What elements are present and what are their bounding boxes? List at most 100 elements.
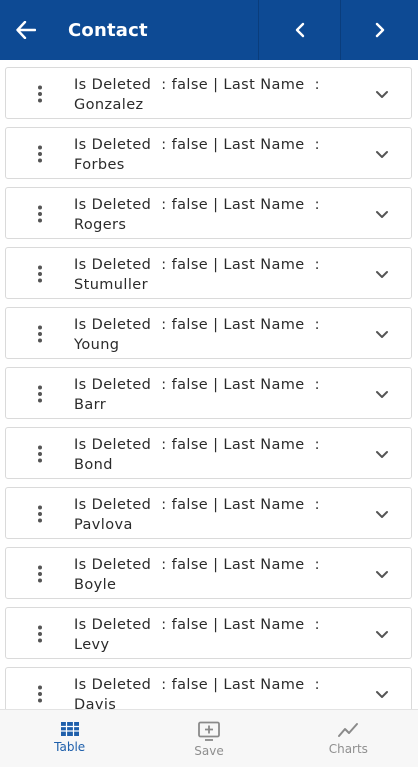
page-title: Contact: [68, 19, 148, 41]
list-item[interactable]: Is Deleted : false | Last Name : Rogers: [5, 187, 412, 239]
expand-button[interactable]: [353, 308, 411, 360]
more-options-button[interactable]: [6, 668, 74, 709]
list-item[interactable]: Is Deleted : false | Last Name : Barr: [5, 367, 412, 419]
more-options-button[interactable]: [6, 548, 74, 600]
record-fields: Is Deleted : false | Last Name :: [74, 317, 320, 333]
record-summary: Is Deleted : false | Last Name : Boyle: [74, 548, 353, 595]
expand-button[interactable]: [353, 608, 411, 660]
kebab-menu-icon: [38, 685, 42, 703]
record-summary: Is Deleted : false | Last Name : Gonzalez: [74, 68, 353, 115]
chevron-down-icon: [376, 630, 388, 638]
chevron-down-icon: [376, 690, 388, 698]
record-last-name: Rogers: [74, 216, 127, 233]
record-fields: Is Deleted : false | Last Name :: [74, 257, 320, 273]
list-item[interactable]: Is Deleted : false | Last Name : Gonzalez: [5, 67, 412, 119]
record-summary: Is Deleted : false | Last Name : Stumulle…: [74, 248, 353, 295]
chevron-down-icon: [376, 150, 388, 158]
chevron-down-icon: [376, 390, 388, 398]
record-summary: Is Deleted : false | Last Name : Young: [74, 308, 353, 355]
tab-table[interactable]: Table: [0, 710, 139, 767]
more-options-button[interactable]: [6, 488, 74, 540]
chevron-down-icon: [376, 330, 388, 338]
record-last-name: Pavlova: [74, 516, 133, 533]
record-last-name: Gonzalez: [74, 96, 144, 113]
list-item[interactable]: Is Deleted : false | Last Name : Pavlova: [5, 487, 412, 539]
record-summary: Is Deleted : false | Last Name : Barr: [74, 368, 353, 415]
expand-button[interactable]: [353, 668, 411, 709]
record-summary: Is Deleted : false | Last Name : Levy: [74, 608, 353, 655]
chevron-down-icon: [376, 510, 388, 518]
kebab-menu-icon: [38, 265, 42, 283]
tab-save-label: Save: [194, 744, 224, 758]
record-fields: Is Deleted : false | Last Name :: [74, 137, 320, 153]
kebab-menu-icon: [38, 205, 42, 223]
record-summary: Is Deleted : false | Last Name : Bond: [74, 428, 353, 475]
chevron-left-icon: [295, 22, 304, 38]
record-list[interactable]: Is Deleted : false | Last Name : Gonzalez…: [0, 60, 418, 709]
record-last-name: Forbes: [74, 156, 125, 173]
previous-button[interactable]: [258, 0, 340, 60]
list-item[interactable]: Is Deleted : false | Last Name : Levy: [5, 607, 412, 659]
record-fields: Is Deleted : false | Last Name :: [74, 197, 320, 213]
back-button[interactable]: [0, 0, 52, 60]
expand-button[interactable]: [353, 428, 411, 480]
chevron-right-icon: [375, 22, 384, 38]
more-options-button[interactable]: [6, 308, 74, 360]
record-last-name: Bond: [74, 456, 113, 473]
record-last-name: Young: [74, 336, 120, 353]
more-options-button[interactable]: [6, 368, 74, 420]
tab-save[interactable]: Save: [139, 710, 278, 767]
kebab-menu-icon: [38, 565, 42, 583]
save-icon: [198, 721, 220, 741]
tab-charts[interactable]: Charts: [279, 710, 418, 767]
expand-button[interactable]: [353, 188, 411, 240]
kebab-menu-icon: [38, 85, 42, 103]
kebab-menu-icon: [38, 505, 42, 523]
more-options-button[interactable]: [6, 128, 74, 180]
record-fields: Is Deleted : false | Last Name :: [74, 497, 320, 513]
record-fields: Is Deleted : false | Last Name :: [74, 77, 320, 93]
chevron-down-icon: [376, 450, 388, 458]
record-summary: Is Deleted : false | Last Name : Rogers: [74, 188, 353, 235]
list-item[interactable]: Is Deleted : false | Last Name : Stumulle…: [5, 247, 412, 299]
chevron-down-icon: [376, 210, 388, 218]
list-item[interactable]: Is Deleted : false | Last Name : Bond: [5, 427, 412, 479]
more-options-button[interactable]: [6, 248, 74, 300]
arrow-left-icon: [16, 21, 36, 39]
chevron-down-icon: [376, 270, 388, 278]
expand-button[interactable]: [353, 368, 411, 420]
bottom-navigation: Table Save Charts: [0, 709, 418, 767]
record-fields: Is Deleted : false | Last Name :: [74, 557, 320, 573]
more-options-button[interactable]: [6, 68, 74, 120]
tab-charts-label: Charts: [328, 742, 368, 756]
expand-button[interactable]: [353, 548, 411, 600]
more-options-button[interactable]: [6, 428, 74, 480]
record-last-name: Barr: [74, 396, 107, 413]
more-options-button[interactable]: [6, 188, 74, 240]
record-fields: Is Deleted : false | Last Name :: [74, 377, 320, 393]
expand-button[interactable]: [353, 128, 411, 180]
list-item[interactable]: Is Deleted : false | Last Name : Forbes: [5, 127, 412, 179]
kebab-menu-icon: [38, 325, 42, 343]
more-options-button[interactable]: [6, 608, 74, 660]
record-last-name: Levy: [74, 636, 110, 653]
expand-button[interactable]: [353, 488, 411, 540]
list-item[interactable]: Is Deleted : false | Last Name : Davis: [5, 667, 412, 709]
expand-button[interactable]: [353, 248, 411, 300]
kebab-menu-icon: [38, 445, 42, 463]
list-item[interactable]: Is Deleted : false | Last Name : Boyle: [5, 547, 412, 599]
record-fields: Is Deleted : false | Last Name :: [74, 677, 320, 693]
record-summary: Is Deleted : false | Last Name : Pavlova: [74, 488, 353, 535]
chevron-down-icon: [376, 570, 388, 578]
list-item[interactable]: Is Deleted : false | Last Name : Young: [5, 307, 412, 359]
expand-button[interactable]: [353, 68, 411, 120]
record-fields: Is Deleted : false | Last Name :: [74, 617, 320, 633]
record-fields: Is Deleted : false | Last Name :: [74, 437, 320, 453]
record-last-name: Davis: [74, 696, 117, 710]
chevron-down-icon: [376, 90, 388, 98]
table-icon: [60, 722, 79, 736]
next-button[interactable]: [340, 0, 418, 60]
kebab-menu-icon: [38, 625, 42, 643]
line-chart-icon: [338, 723, 359, 737]
record-last-name: Stumuller: [74, 276, 148, 293]
